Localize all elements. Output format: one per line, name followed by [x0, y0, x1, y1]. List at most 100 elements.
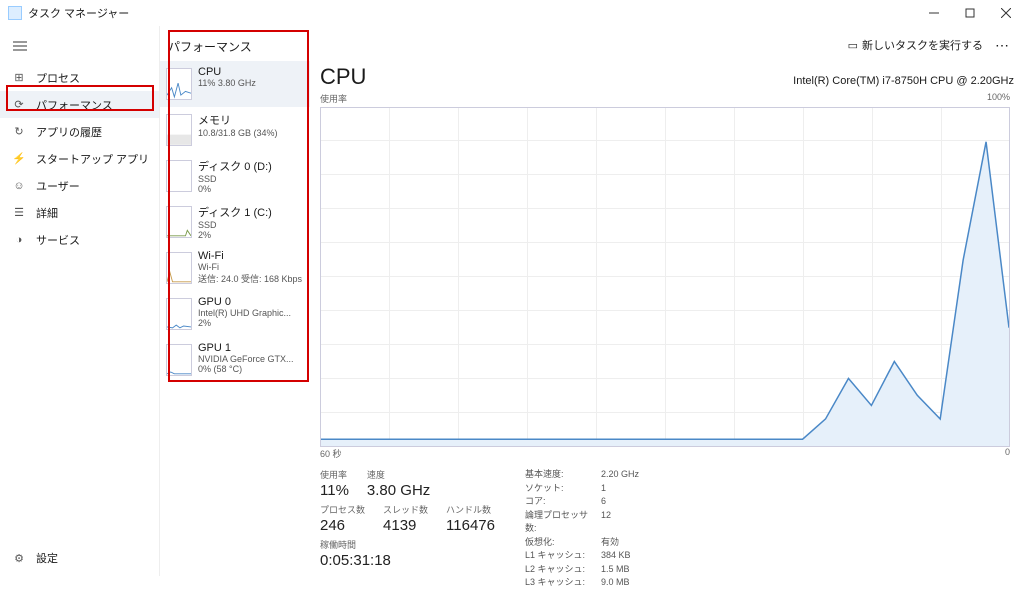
v-sock: 1 — [601, 482, 606, 496]
hamburger-button[interactable] — [4, 32, 36, 60]
perf-sub: SSD — [198, 174, 272, 184]
maximize-button[interactable] — [952, 1, 988, 25]
usage-val: 11% — [320, 482, 349, 499]
new-task-button[interactable]: ▭ 新しいタスクを実行する — [848, 37, 983, 53]
perf-sub2: 0% (58 °C) — [198, 364, 294, 374]
perf-sub: Intel(R) UHD Graphic... — [198, 308, 291, 318]
nav-startup[interactable]: ⚡ スタートアップ アプリ — [0, 145, 159, 172]
y-top: 100% — [987, 92, 1010, 105]
v-virt: 有効 — [601, 536, 619, 550]
proc-val: 246 — [320, 517, 365, 534]
x-left: 60 秒 — [320, 447, 342, 460]
nav-performance[interactable]: ⟳ パフォーマンス — [0, 91, 159, 118]
hnd-lbl: ハンドル数 — [446, 503, 495, 516]
k-log: 論理プロセッサ数: — [525, 509, 595, 536]
perf-cpu[interactable]: CPU11% 3.80 GHz — [160, 61, 310, 107]
perf-name: ディスク 1 (C:) — [198, 204, 272, 220]
usage-lbl: 使用率 — [320, 468, 349, 481]
services-icon: ◑ — [12, 233, 26, 247]
v-log: 12 — [601, 509, 611, 536]
nav-label: スタートアップ アプリ — [36, 151, 149, 167]
v-l3: 9.0 MB — [601, 576, 630, 590]
run-icon: ▭ — [848, 39, 858, 52]
perf-disk1[interactable]: ディスク 1 (C:)SSD2% — [160, 199, 310, 245]
cpu-title: CPU — [320, 64, 366, 90]
users-icon: ☺ — [12, 179, 26, 193]
perf-name: GPU 0 — [198, 296, 291, 308]
performance-heading: パフォーマンス — [160, 34, 310, 61]
main-panel: ▭ 新しいタスクを実行する ⋯ CPU Intel(R) Core(TM) i7… — [310, 26, 1024, 576]
perf-sub: NVIDIA GeForce GTX... — [198, 354, 294, 364]
left-sidebar: ⊞ プロセス ⟳ パフォーマンス ↻ アプリの履歴 ⚡ スタートアップ アプリ … — [0, 26, 160, 576]
v-l2: 1.5 MB — [601, 563, 630, 577]
speed-val: 3.80 GHz — [367, 482, 430, 499]
window-title: タスク マネージャー — [28, 5, 916, 21]
settings-label: 設定 — [36, 550, 58, 566]
perf-name: Wi-Fi — [198, 250, 302, 262]
minimize-button[interactable] — [916, 1, 952, 25]
k-core: コア: — [525, 495, 595, 509]
perf-sub2: 0% — [198, 184, 272, 194]
k-base: 基本速度: — [525, 468, 595, 482]
more-button[interactable]: ⋯ — [991, 37, 1014, 54]
perf-name: ディスク 0 (D:) — [198, 158, 272, 174]
perf-name: メモリ — [198, 112, 278, 128]
nav-processes[interactable]: ⊞ プロセス — [0, 64, 159, 91]
perf-sub2: 2% — [198, 230, 272, 240]
close-button[interactable] — [988, 1, 1024, 25]
grid-icon: ⊞ — [12, 71, 26, 85]
perf-memory[interactable]: メモリ10.8/31.8 GB (34%) — [160, 107, 310, 153]
chart-icon: ⟳ — [12, 98, 26, 112]
thr-lbl: スレッド数 — [383, 503, 428, 516]
up-lbl: 稼働時間 — [320, 538, 495, 551]
nav-label: アプリの履歴 — [36, 124, 102, 140]
nav-settings[interactable]: ⚙ 設定 — [12, 550, 58, 566]
details-icon: ☰ — [12, 206, 26, 220]
up-val: 0:05:31:18 — [320, 552, 495, 569]
nav-services[interactable]: ◑ サービス — [0, 226, 159, 253]
speed-lbl: 速度 — [367, 468, 430, 481]
usage-label: 使用率 — [320, 92, 347, 105]
perf-name: GPU 1 — [198, 342, 294, 354]
hnd-val: 116476 — [446, 517, 495, 534]
app-icon — [8, 6, 22, 20]
startup-icon: ⚡ — [12, 152, 26, 166]
nav-label: パフォーマンス — [36, 97, 113, 113]
proc-lbl: プロセス数 — [320, 503, 365, 516]
disk1-mini-chart — [166, 206, 192, 238]
nav-details[interactable]: ☰ 詳細 — [0, 199, 159, 226]
v-base: 2.20 GHz — [601, 468, 639, 482]
k-virt: 仮想化: — [525, 536, 595, 550]
nav-label: プロセス — [36, 70, 80, 86]
cpu-chart — [320, 107, 1010, 447]
new-task-label: 新しいタスクを実行する — [862, 37, 983, 53]
nav-users[interactable]: ☺ ユーザー — [0, 172, 159, 199]
thr-val: 4139 — [383, 517, 428, 534]
perf-name: CPU — [198, 66, 256, 78]
k-sock: ソケット: — [525, 482, 595, 496]
x-right: 0 — [1005, 447, 1010, 460]
perf-wifi[interactable]: Wi-FiWi-Fi送信: 24.0 受信: 168 Kbps — [160, 245, 310, 291]
perf-sub: 11% 3.80 GHz — [198, 78, 256, 88]
perf-sub2: 2% — [198, 318, 291, 328]
memory-mini-chart — [166, 114, 192, 146]
k-l3: L3 キャッシュ: — [525, 576, 595, 590]
v-core: 6 — [601, 495, 606, 509]
perf-disk0[interactable]: ディスク 0 (D:)SSD0% — [160, 153, 310, 199]
nav-label: 詳細 — [36, 205, 58, 221]
k-l2: L2 キャッシュ: — [525, 563, 595, 577]
nav-label: ユーザー — [36, 178, 80, 194]
perf-gpu1[interactable]: GPU 1NVIDIA GeForce GTX...0% (58 °C) — [160, 337, 310, 383]
nav-history[interactable]: ↻ アプリの履歴 — [0, 118, 159, 145]
perf-gpu0[interactable]: GPU 0Intel(R) UHD Graphic...2% — [160, 291, 310, 337]
performance-sidebar: パフォーマンス CPU11% 3.80 GHz メモリ10.8/31.8 GB … — [160, 26, 310, 576]
perf-sub: Wi-Fi — [198, 262, 302, 272]
history-icon: ↻ — [12, 125, 26, 139]
cpu-mini-chart — [166, 68, 192, 100]
nav-label: サービス — [36, 232, 80, 248]
v-l1: 384 KB — [601, 549, 631, 563]
gear-icon: ⚙ — [12, 551, 26, 565]
k-l1: L1 キャッシュ: — [525, 549, 595, 563]
title-bar: タスク マネージャー — [0, 0, 1024, 26]
cpu-model: Intel(R) Core(TM) i7-8750H CPU @ 2.20GHz — [793, 75, 1014, 87]
